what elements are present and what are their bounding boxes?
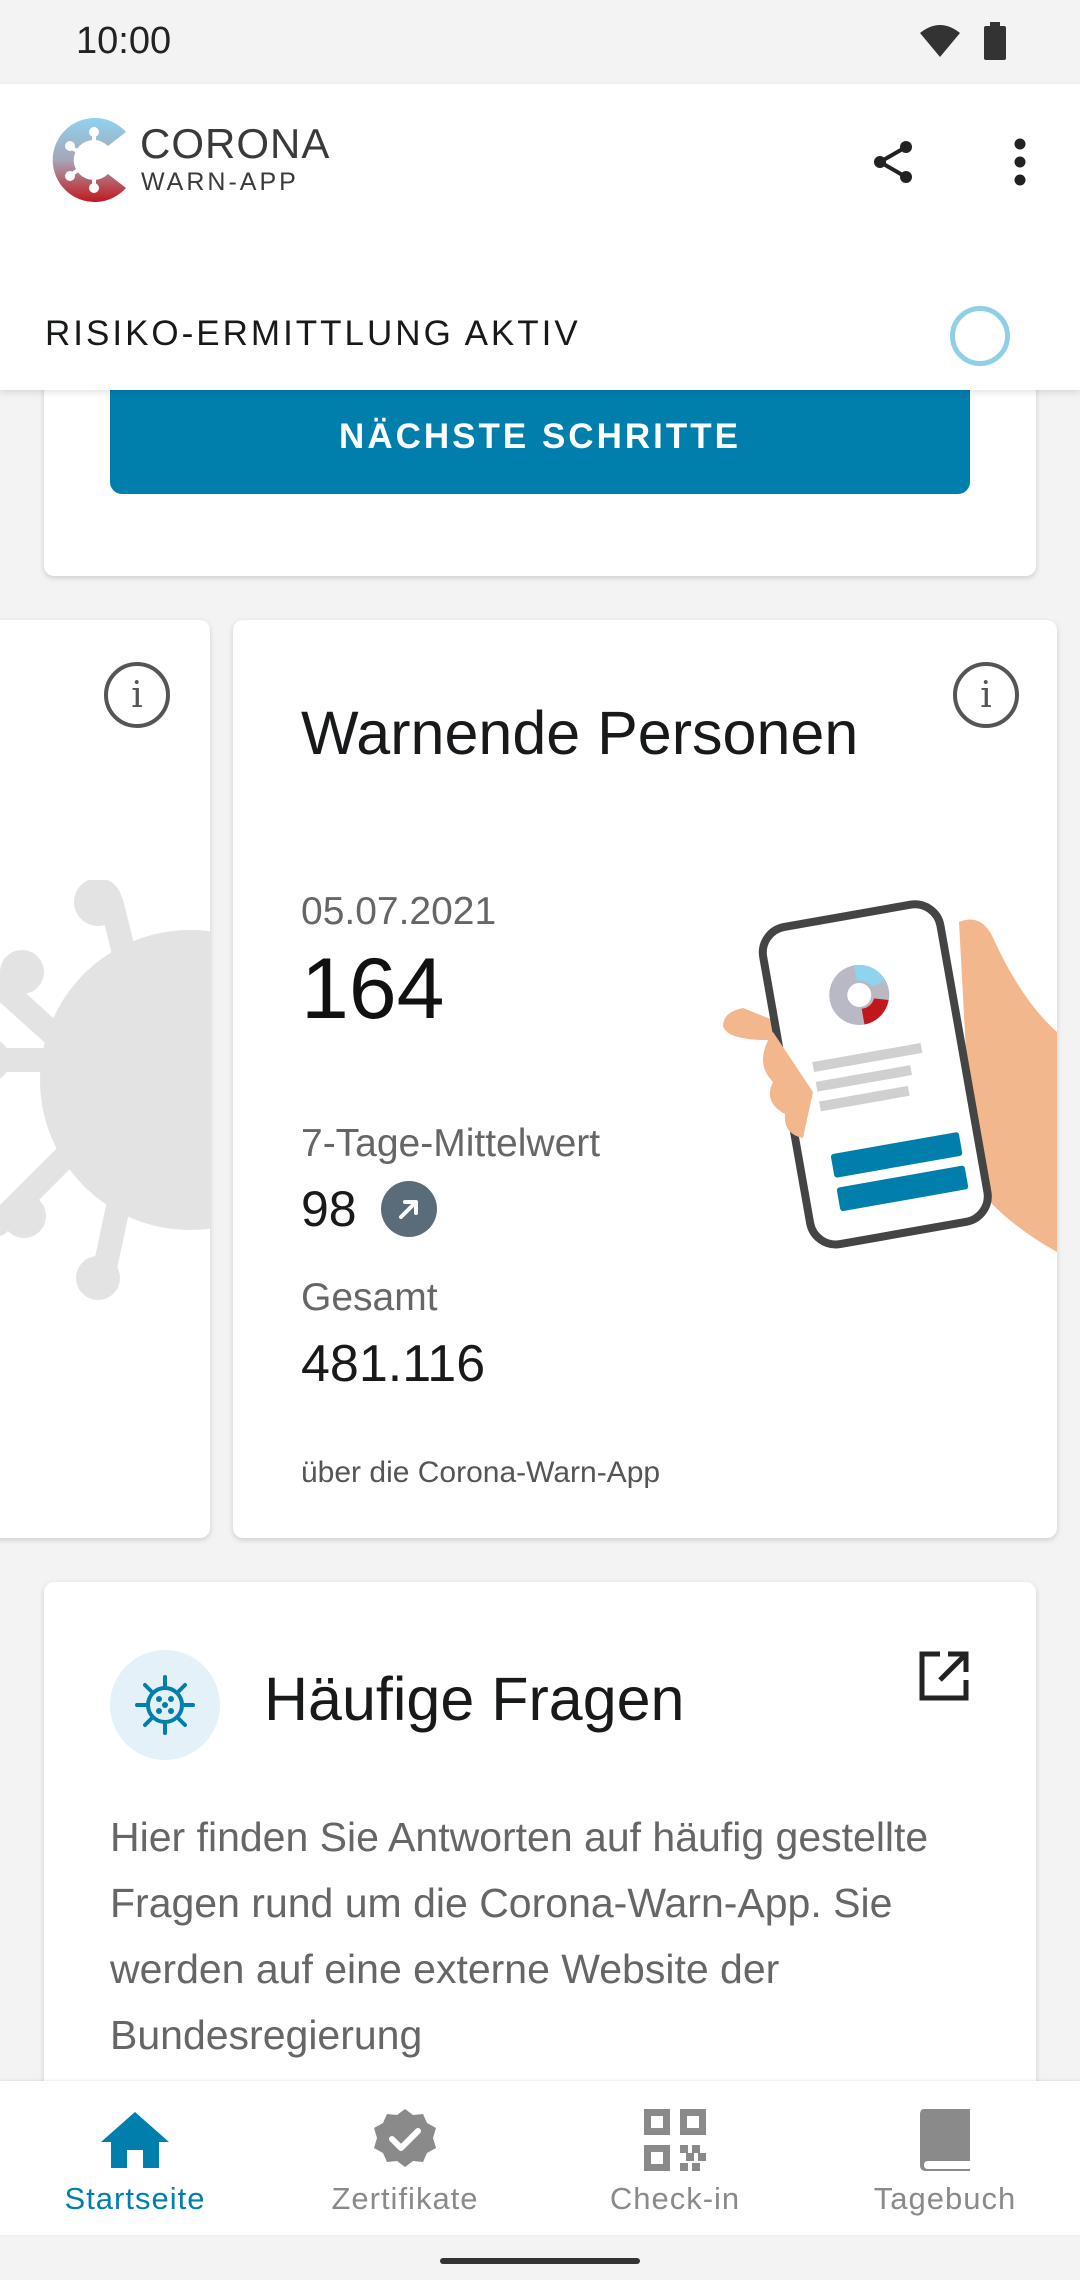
nav-item-startseite[interactable]: Startseite xyxy=(0,2081,270,2235)
nav-label: Tagebuch xyxy=(873,2181,1017,2216)
more-options-button[interactable] xyxy=(1000,134,1040,190)
faq-card[interactable]: Häufige Fragen Hier finden Sie Antworten… xyxy=(44,1582,1036,2142)
info-icon[interactable]: i xyxy=(953,662,1019,728)
trend-up-icon xyxy=(380,1181,437,1237)
nav-label: Zertifikate xyxy=(331,2181,479,2216)
home-icon xyxy=(99,2105,171,2175)
nav-item-zertifikate[interactable]: Zertifikate xyxy=(270,2081,540,2235)
statistics-card-previous[interactable]: i xyxy=(0,620,210,1538)
risk-activity-indicator xyxy=(950,306,1010,366)
certificate-icon xyxy=(372,2105,438,2175)
seven-day-average-label: 7-Tage-Mittelwert xyxy=(301,1122,601,1165)
phone-in-hand-illustration xyxy=(723,900,1057,1252)
bottom-navigation: Startseite Zertifikate Check-in Tagebuch xyxy=(0,2081,1080,2235)
total-label: Gesamt xyxy=(301,1276,438,1319)
nav-label: Check-in xyxy=(609,2181,741,2216)
battery-icon xyxy=(984,22,1006,65)
faq-icon xyxy=(110,1650,220,1760)
statistics-source: über die Corona-Warn-App xyxy=(301,1456,661,1489)
risk-status-row[interactable]: RISIKO-ERMITTLUNG AKTIV xyxy=(0,280,1080,390)
seven-day-average-value: 98 xyxy=(301,1181,357,1237)
book-icon xyxy=(918,2105,972,2175)
statistics-date: 05.07.2021 xyxy=(301,890,497,933)
wifi-icon xyxy=(918,23,962,64)
app-bar: CORONA WARN-APP RISIKO-ERMITTLUNG AKTIV xyxy=(0,84,1080,390)
total-value: 481.116 xyxy=(301,1335,486,1393)
qr-code-icon xyxy=(642,2105,708,2175)
share-button[interactable] xyxy=(866,134,922,190)
faq-description: Hier finden Sie Antworten auf häufig ges… xyxy=(110,1814,929,2058)
more-vert-icon xyxy=(1014,138,1026,186)
next-steps-button[interactable]: NÄCHSTE SCHRITTE xyxy=(110,380,970,494)
nav-label: Startseite xyxy=(64,2181,206,2216)
gesture-navigation-area xyxy=(0,2235,1080,2280)
seven-day-average-row: 98 xyxy=(301,1180,437,1238)
gesture-bar[interactable] xyxy=(440,2258,640,2264)
corona-warn-app-logo xyxy=(42,108,146,212)
info-icon[interactable]: i xyxy=(104,662,170,728)
status-icons xyxy=(918,22,1006,65)
virus-illustration xyxy=(0,880,210,1300)
app-subtitle: WARN-APP xyxy=(141,168,299,196)
statistics-value: 164 xyxy=(301,941,445,1037)
share-icon xyxy=(874,141,912,183)
app-title: CORONA xyxy=(140,120,331,167)
faq-title: Häufige Fragen xyxy=(264,1665,685,1733)
status-bar: 10:00 xyxy=(0,0,1080,84)
risk-status-label: RISIKO-ERMITTLUNG AKTIV xyxy=(45,314,581,353)
status-time: 10:00 xyxy=(76,20,172,62)
nav-item-tagebuch[interactable]: Tagebuch xyxy=(810,2081,1080,2235)
statistics-title: Warnende Personen xyxy=(301,699,859,767)
external-link-icon[interactable] xyxy=(916,1648,972,1704)
statistics-card-warning-persons: i Warnende Personen 05.07.2021 164 7-Tag… xyxy=(233,620,1057,1538)
nav-item-check-in[interactable]: Check-in xyxy=(540,2081,810,2235)
